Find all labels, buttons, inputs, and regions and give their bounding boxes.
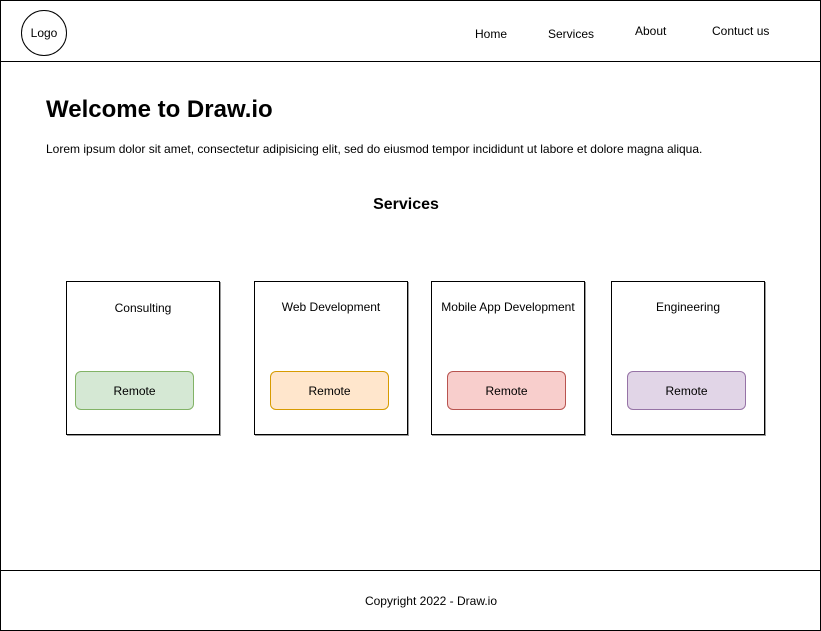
footer: Copyright 2022 - Draw.io [1,570,820,631]
remote-button[interactable]: Remote [75,371,194,410]
remote-button[interactable]: Remote [627,371,746,410]
copyright-text: Copyright 2022 - Draw.io [364,594,498,608]
logo[interactable]: Logo [21,10,67,56]
service-card-web-development: Web Development Remote [254,281,408,435]
nav-services-link[interactable]: Services [548,27,594,41]
remote-button[interactable]: Remote [270,371,389,410]
service-card-title: Mobile App Development [441,300,575,314]
nav-home-link[interactable]: Home [475,27,507,41]
service-card-title: Engineering [655,300,721,314]
service-card-title: Consulting [114,301,172,315]
service-card-mobile-app-development: Mobile App Development Remote [431,281,585,435]
nav-about-link[interactable]: About [635,24,666,38]
nav-contact-link[interactable]: Contuct us [712,24,769,38]
page-title: Welcome to Draw.io [46,96,273,123]
service-card-consulting: Consulting Remote [66,281,220,435]
services-heading: Services [373,196,439,213]
page-frame: Logo Home Services About Contuct us Welc… [0,0,821,631]
service-card-title: Web Development [281,300,381,314]
remote-button[interactable]: Remote [447,371,566,410]
service-card-engineering: Engineering Remote [611,281,765,435]
header: Logo Home Services About Contuct us [1,1,820,62]
intro-text: Lorem ipsum dolor sit amet, consectetur … [46,142,703,156]
